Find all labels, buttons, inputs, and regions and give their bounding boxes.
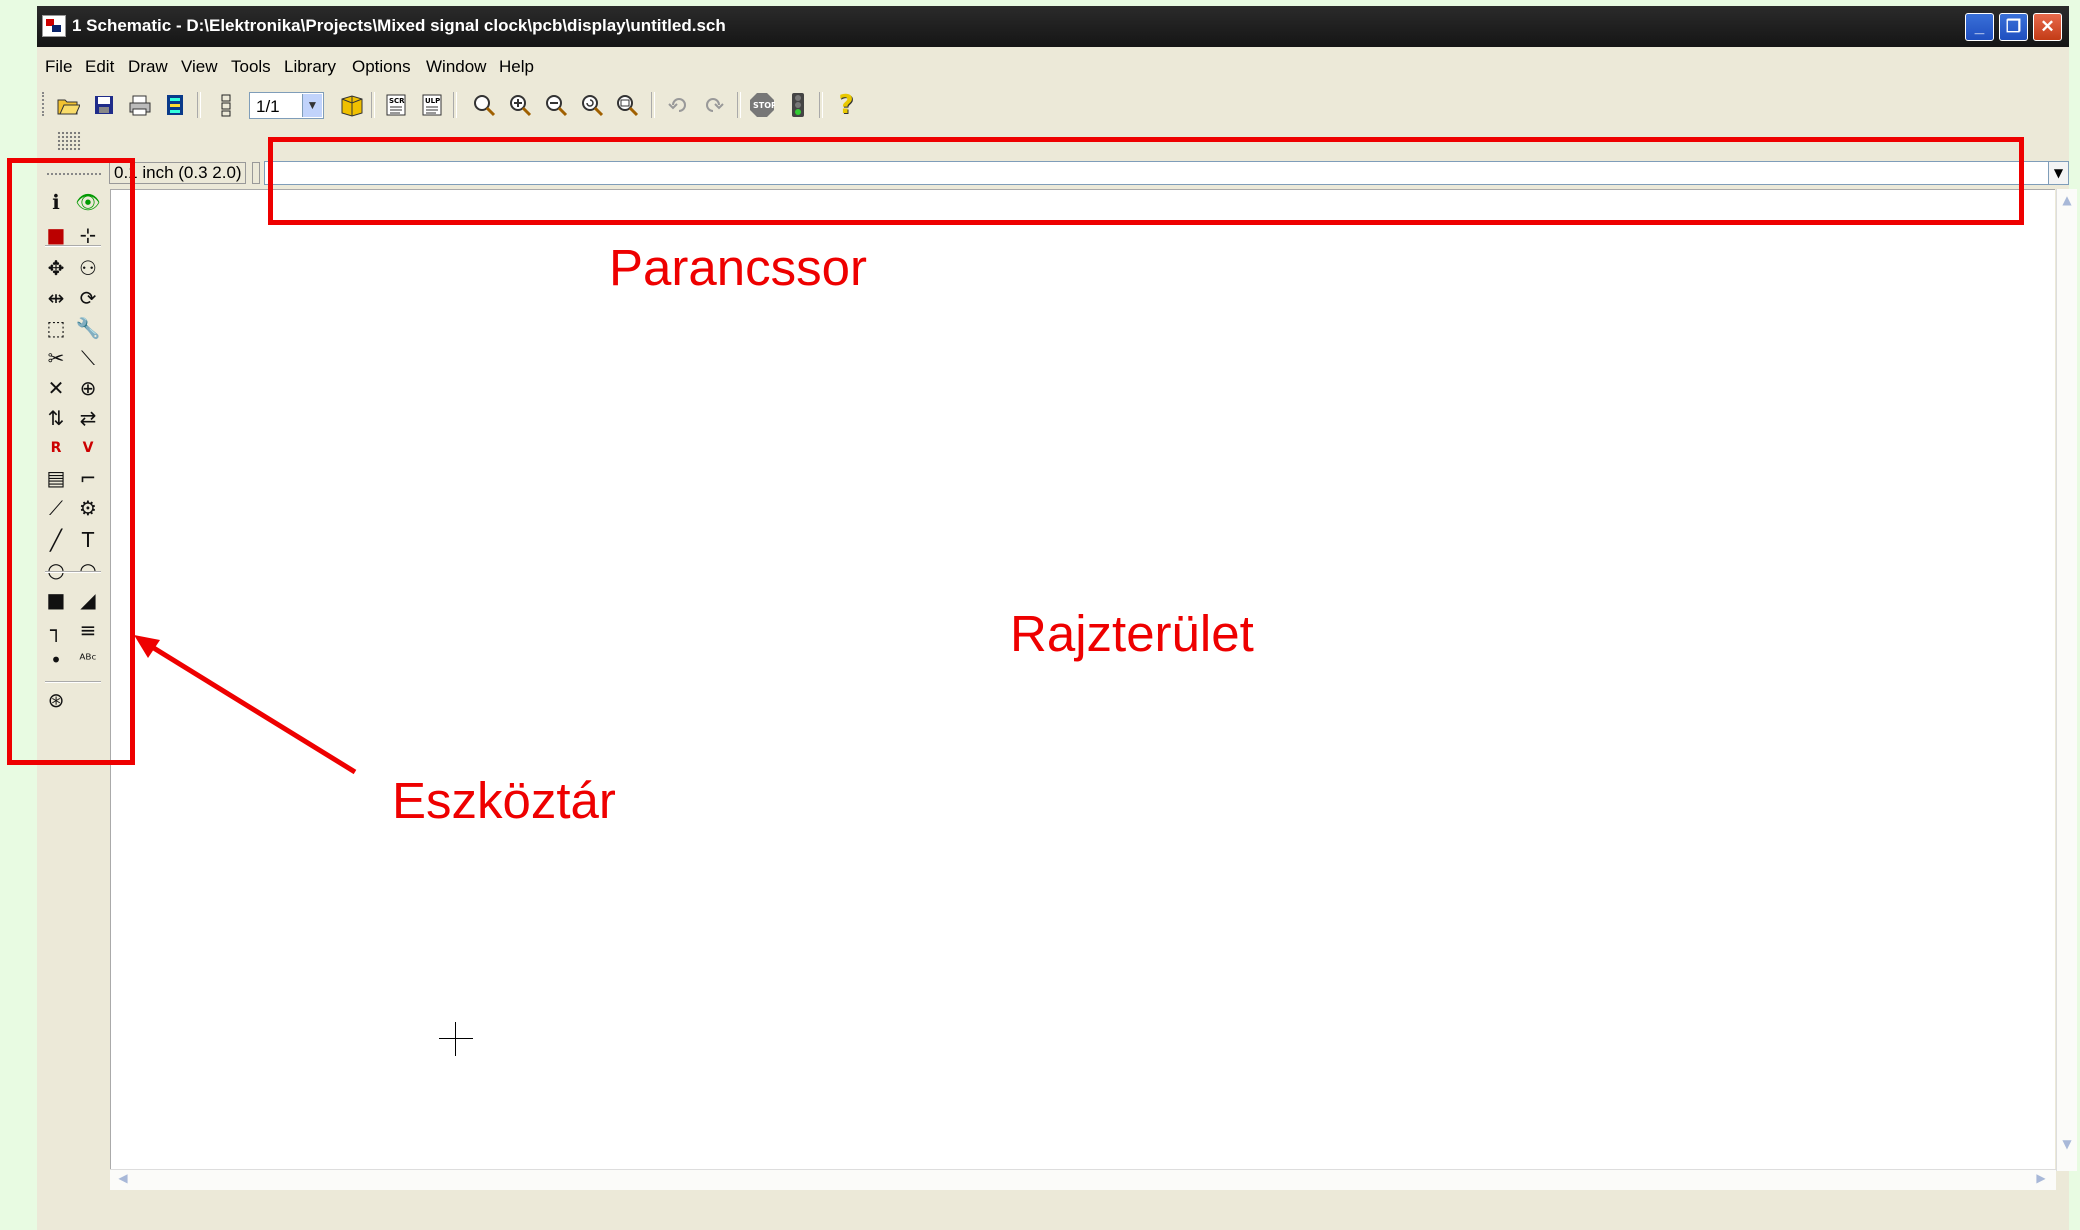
main-toolbar: 1/1 ▼ SCR ULP STOP ? <box>37 86 2069 126</box>
vertical-scrollbar[interactable]: ▲ ▼ <box>2056 189 2077 1171</box>
zoom-select-icon[interactable] <box>615 92 641 118</box>
minimize-button[interactable]: _ <box>1965 13 1994 41</box>
toolbar-separator <box>453 92 457 118</box>
stop-icon[interactable]: STOP <box>749 92 775 118</box>
open-icon[interactable] <box>55 92 81 118</box>
scroll-left-icon[interactable]: ◀ <box>114 1171 132 1189</box>
zoom-in-icon[interactable] <box>507 92 533 118</box>
menu-help[interactable]: Help <box>499 57 534 77</box>
toolbar-separator <box>197 92 201 118</box>
command-separator <box>252 162 260 184</box>
toolbar-separator <box>371 92 375 118</box>
menu-view[interactable]: View <box>181 57 218 77</box>
redo-icon[interactable] <box>701 92 727 118</box>
toolbar-grip[interactable] <box>42 92 48 116</box>
command-line-highlight <box>268 137 2024 225</box>
command-line-annotation: Parancssor <box>609 239 867 296</box>
menu-options[interactable]: Options <box>352 57 411 77</box>
sheet-select[interactable]: 1/1 ▼ <box>249 92 324 119</box>
print-icon[interactable] <box>127 92 153 118</box>
close-button[interactable]: ✕ <box>2033 13 2062 41</box>
zoom-fit-icon[interactable] <box>471 92 497 118</box>
menu-window[interactable]: Window <box>426 57 486 77</box>
undo-icon[interactable] <box>665 92 691 118</box>
zoom-out-icon[interactable] <box>543 92 569 118</box>
zoom-redraw-icon[interactable] <box>579 92 605 118</box>
cam-processor-icon[interactable] <box>163 92 189 118</box>
svg-text:STOP: STOP <box>753 101 775 110</box>
crosshair-cursor <box>439 1022 473 1056</box>
save-icon[interactable] <box>91 92 117 118</box>
menu-library[interactable]: Library <box>284 57 336 77</box>
menu-tools[interactable]: Tools <box>231 57 271 77</box>
chevron-down-icon[interactable]: ▼ <box>2048 161 2069 185</box>
sheet-select-value: 1/1 <box>256 97 280 116</box>
script-icon[interactable]: SCR <box>383 92 409 118</box>
scroll-up-icon[interactable]: ▲ <box>2059 193 2075 211</box>
svg-text:SCR: SCR <box>389 97 405 105</box>
chevron-down-icon[interactable]: ▼ <box>302 94 322 117</box>
ulp-icon[interactable]: ULP <box>419 92 445 118</box>
toolbar-separator <box>651 92 655 118</box>
restore-button[interactable]: ❐ <box>1999 13 2028 41</box>
toolbar-grip[interactable] <box>57 131 81 151</box>
sheet-icon[interactable] <box>213 92 239 118</box>
help-icon[interactable]: ? <box>833 90 859 120</box>
scroll-down-icon[interactable]: ▼ <box>2059 1137 2075 1155</box>
toolbar-separator <box>819 92 823 118</box>
toolbar-highlight <box>7 158 135 765</box>
horizontal-scrollbar[interactable]: ◀ ▶ <box>110 1169 2056 1190</box>
toolbar-separator <box>737 92 741 118</box>
scroll-right-icon[interactable]: ▶ <box>2032 1171 2050 1189</box>
go-icon[interactable] <box>785 92 811 118</box>
window-title: 1 Schematic - D:\Elektronika\Projects\Mi… <box>72 16 726 35</box>
title-bar: 1 Schematic - D:\Elektronika\Projects\Mi… <box>37 6 2069 47</box>
board-switch-icon[interactable] <box>339 92 365 118</box>
menu-file[interactable]: File <box>45 57 72 77</box>
drawing-canvas[interactable] <box>110 189 2055 1170</box>
drawing-area-annotation: Rajzterület <box>1010 605 1254 662</box>
menu-draw[interactable]: Draw <box>128 57 168 77</box>
app-icon[interactable] <box>42 15 66 37</box>
svg-text:ULP: ULP <box>425 97 440 105</box>
menu-edit[interactable]: Edit <box>85 57 114 77</box>
annotation-arrow <box>134 635 357 775</box>
toolbar-annotation: Eszköztár <box>392 772 616 829</box>
